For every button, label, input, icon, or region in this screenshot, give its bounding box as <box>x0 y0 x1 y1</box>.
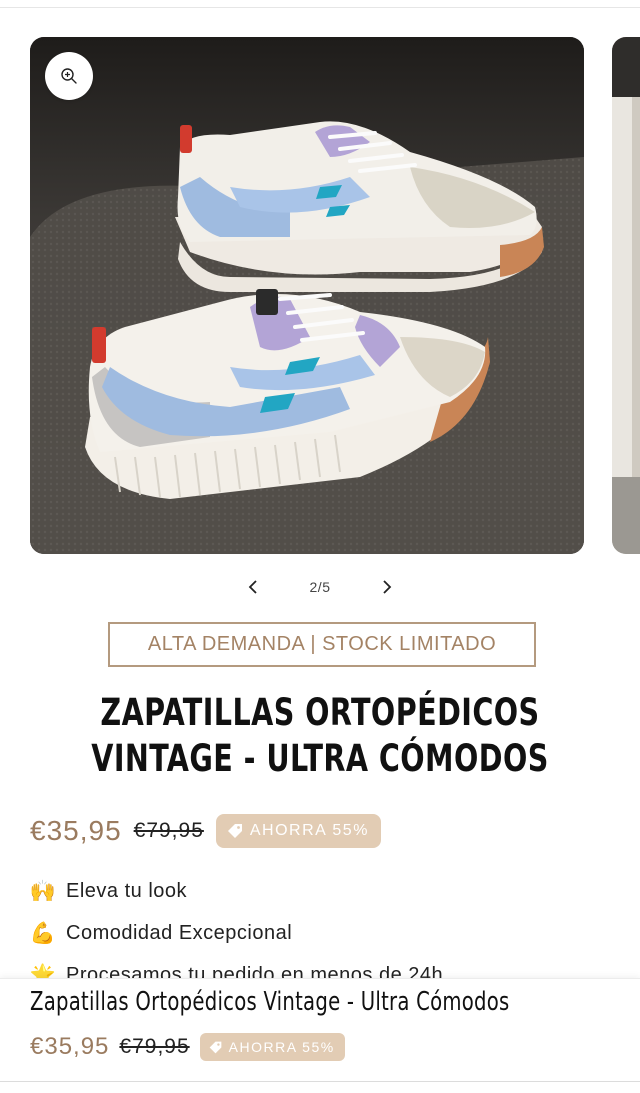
price-row: €35,95 €79,95 AHORRA 55% <box>30 813 381 849</box>
top-divider <box>0 7 640 8</box>
discount-label: AHORRA 55% <box>249 822 369 839</box>
raising-hands-icon: 🙌 <box>29 878 57 903</box>
zoom-in-icon <box>61 68 77 84</box>
stock-alert-label: ALTA DEMANDA | STOCK LIMITADO <box>147 633 497 655</box>
chevron-left-icon <box>248 580 257 594</box>
sneakers-photo <box>30 37 584 554</box>
sticky-compare-at-price: €79,95 <box>119 1035 190 1058</box>
sticky-product-title: Zapatillas Ortopédicos Vintage - Ultra C… <box>30 987 510 1017</box>
previous-slide-button[interactable] <box>238 572 268 602</box>
sale-price: €35,95 <box>30 815 122 846</box>
tag-icon <box>227 824 242 838</box>
bottom-divider <box>0 1081 640 1082</box>
stock-alert-badge: ALTA DEMANDA | STOCK LIMITADO <box>108 622 536 667</box>
chevron-right-icon <box>383 580 392 594</box>
product-gallery[interactable] <box>0 37 640 554</box>
sticky-discount-label: AHORRA 55% <box>228 1039 335 1055</box>
zoom-button[interactable] <box>45 52 93 100</box>
product-image-sneakers[interactable] <box>30 37 584 554</box>
feature-text: Eleva tu look <box>66 879 188 902</box>
compare-at-price: €79,95 <box>133 819 204 842</box>
feature-text: Comodidad Excepcional <box>66 921 293 944</box>
next-photo-thumbnail <box>612 37 640 554</box>
sticky-sale-price: €35,95 <box>30 1033 110 1060</box>
list-item: 💪 Comodidad Excepcional <box>30 912 610 954</box>
product-title: ZAPATILLAS ORTOPÉDICOS VINTAGE - ULTRA C… <box>91 691 549 780</box>
discount-badge: AHORRA 55% <box>215 814 381 848</box>
next-slide-button[interactable] <box>372 572 402 602</box>
list-item: 🙌 Eleva tu look <box>30 870 610 912</box>
tag-icon <box>209 1041 221 1053</box>
sticky-price-row: €35,95 €79,95 AHORRA 55% <box>30 1031 345 1063</box>
gallery-pagination: 2/5 <box>0 572 640 602</box>
sticky-product-bar[interactable]: Zapatillas Ortopédicos Vintage - Ultra C… <box>0 978 640 1093</box>
product-image-next-preview[interactable] <box>612 37 640 554</box>
sticky-discount-badge: AHORRA 55% <box>199 1033 345 1061</box>
flexed-biceps-icon: 💪 <box>29 920 57 945</box>
slide-counter: 2/5 <box>309 579 331 595</box>
